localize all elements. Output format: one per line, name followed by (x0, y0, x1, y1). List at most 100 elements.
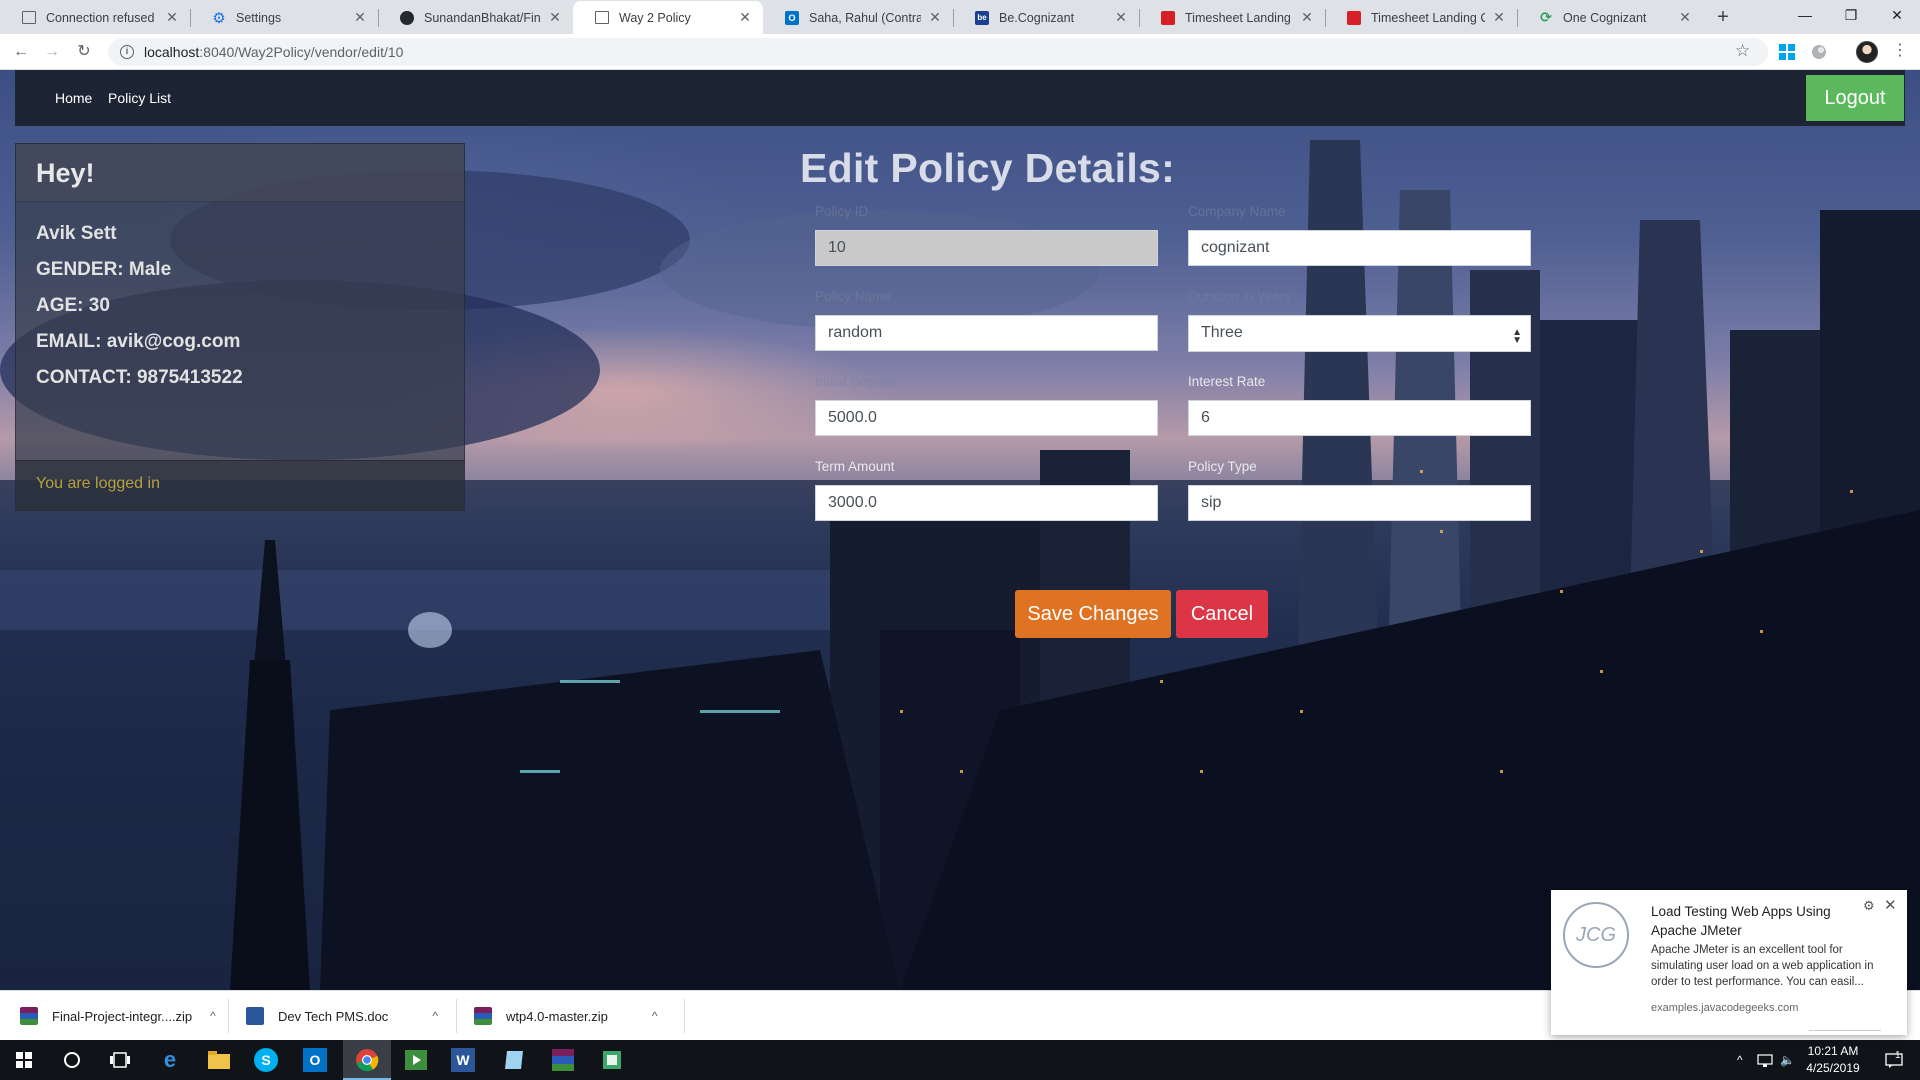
browser-tab-strip: Connection refused ✕ ⚙ Settings ✕ Sunand… (0, 0, 1920, 34)
chevron-up-icon[interactable]: ^ (652, 1009, 658, 1023)
download-item[interactable]: Dev Tech PMS.doc ^ (246, 991, 438, 1041)
company-name-field[interactable]: cognizant (1188, 230, 1531, 266)
interest-rate-label: Interest Rate (1188, 374, 1266, 389)
download-item[interactable]: Final-Project-integr....zip ^ (20, 991, 216, 1041)
outlook-icon[interactable]: O (303, 1048, 327, 1072)
chevron-up-icon[interactable]: ^ (432, 1009, 438, 1023)
tab-becognizant[interactable]: be Be.Cognizant ✕ (953, 1, 1139, 34)
login-status: You are logged in (16, 460, 464, 510)
tab-settings[interactable]: ⚙ Settings ✕ (190, 1, 378, 34)
term-amount-label: Term Amount (815, 459, 895, 474)
profile-age: AGE: 30 (36, 295, 110, 316)
divider (684, 999, 685, 1033)
download-filename: Final-Project-integr....zip (52, 1008, 193, 1024)
windows-extension-icon[interactable] (1778, 43, 1796, 61)
browser-toolbar: ← → ↻ i localhost:8040/Way2Policy/vendor… (0, 34, 1920, 70)
restore-icon[interactable]: ❐ (1828, 0, 1874, 30)
close-icon[interactable]: ✕ (927, 9, 943, 26)
close-icon[interactable]: ✕ (1299, 9, 1315, 26)
tab-onecognizant[interactable]: ⟳ One Cognizant ✕ (1517, 1, 1703, 34)
minimize-icon[interactable]: — (1782, 0, 1828, 30)
duration-select[interactable]: Three ▲ ▼ (1188, 315, 1531, 352)
close-icon[interactable]: ✕ (164, 9, 180, 26)
timesheet-icon (1347, 10, 1361, 25)
interest-rate-field[interactable]: 6 (1188, 400, 1531, 436)
gear-icon[interactable]: ⚙ (1863, 898, 1875, 914)
close-icon[interactable]: ✕ (352, 9, 368, 26)
skype-icon[interactable]: S (254, 1048, 278, 1072)
back-icon[interactable]: ← (9, 40, 33, 64)
close-icon[interactable]: ✕ (1884, 896, 1897, 914)
winrar-icon[interactable] (549, 1046, 577, 1074)
nav-policy-list-link[interactable]: Policy List (108, 90, 171, 106)
file-explorer-icon[interactable] (205, 1046, 233, 1074)
windows-taskbar: e S O W ^ 🔈 10:21 AM 4/25/2019 1 (0, 1040, 1920, 1080)
tab-title: Connection refused (46, 10, 155, 25)
timesheet-icon (1161, 10, 1175, 25)
bookmark-star-icon[interactable]: ☆ (1735, 41, 1750, 61)
chrome-icon[interactable] (353, 1046, 381, 1074)
network-icon[interactable] (1757, 1040, 1773, 1080)
address-bar[interactable]: i localhost:8040/Way2Policy/vendor/edit/… (108, 38, 1768, 66)
profile-avatar[interactable] (1856, 41, 1878, 63)
network-app-icon[interactable] (598, 1046, 626, 1074)
close-icon[interactable]: ✕ (737, 9, 753, 26)
save-changes-button[interactable]: Save Changes (1015, 590, 1171, 638)
clock-date: 4/25/2019 (1806, 1061, 1860, 1075)
tab-outlook[interactable]: O Saha, Rahul (Contractor ✕ (763, 1, 953, 34)
reload-icon[interactable]: ↻ (72, 40, 96, 64)
extension-circle-icon[interactable] (1810, 43, 1828, 61)
tab-title: SunandanBhakat/Final- (424, 10, 541, 25)
tab-title: Settings (236, 10, 282, 25)
profile-greeting: Hey! (16, 144, 464, 202)
outlook-icon: O (785, 10, 799, 25)
info-icon[interactable]: i (120, 45, 134, 59)
word-doc-icon (246, 1007, 264, 1025)
notification-source: examples.javacodegeeks.com (1651, 1002, 1799, 1014)
logout-button[interactable]: Logout (1806, 75, 1904, 121)
new-tab-button[interactable]: + (1710, 4, 1736, 30)
profile-card: Hey! Avik Sett GENDER: Male AGE: 30 EMAI… (15, 143, 465, 511)
initial-deposit-label: Initial Deposit (815, 374, 897, 389)
policy-type-field[interactable]: sip (1188, 485, 1531, 521)
be-icon: be (975, 10, 989, 25)
tab-connection-refused[interactable]: Connection refused ✕ (0, 1, 190, 34)
tab-timesheet-1[interactable]: Timesheet Landing Con ✕ (1139, 1, 1325, 34)
chevron-up-icon[interactable]: ^ (1737, 1040, 1743, 1080)
edge-icon[interactable]: e (156, 1046, 184, 1074)
duration-label: Duration in Years (1188, 289, 1291, 304)
close-icon[interactable]: ✕ (547, 9, 563, 26)
policy-name-field[interactable]: random (815, 315, 1158, 351)
url-path: :8040/Way2Policy/vendor/edit/10 (199, 44, 404, 60)
close-icon[interactable]: ✕ (1113, 9, 1129, 26)
close-icon[interactable]: ✕ (1677, 9, 1693, 26)
tab-timesheet-2[interactable]: Timesheet Landing Con ✕ (1325, 1, 1517, 34)
term-amount-field[interactable]: 3000.0 (815, 485, 1158, 521)
notification-title: Load Testing Web Apps Using Apache JMete… (1651, 904, 1831, 938)
task-view-icon[interactable] (106, 1046, 134, 1074)
nav-home-link[interactable]: Home (55, 90, 92, 106)
windows-start-icon[interactable] (10, 1046, 38, 1074)
taskbar-clock[interactable]: 10:21 AM 4/25/2019 (1793, 1043, 1873, 1077)
tab-way2policy[interactable]: Way 2 Policy ✕ (573, 1, 763, 34)
media-player-icon[interactable] (402, 1046, 430, 1074)
tab-github[interactable]: SunandanBhakat/Final- ✕ (378, 1, 573, 34)
word-icon[interactable]: W (451, 1048, 475, 1072)
initial-deposit-field[interactable]: 5000.0 (815, 400, 1158, 436)
chevron-up-icon[interactable]: ^ (210, 1009, 216, 1023)
browser-menu-icon[interactable]: ⋮ (1892, 42, 1908, 60)
cancel-button[interactable]: Cancel (1176, 590, 1268, 638)
notepad-icon[interactable] (500, 1046, 528, 1074)
onecognizant-icon: ⟳ (1540, 9, 1552, 25)
search-icon[interactable] (58, 1046, 86, 1074)
tab-title: Be.Cognizant (999, 10, 1075, 25)
page-title: Edit Policy Details: (800, 145, 1176, 191)
close-icon[interactable]: ✕ (1491, 9, 1507, 26)
download-item[interactable]: wtp4.0-master.zip ^ (474, 991, 658, 1041)
action-center-icon[interactable]: 1 (1885, 1040, 1903, 1080)
duration-selected-value: Three (1201, 324, 1243, 341)
notification-toast[interactable]: JCG Load Testing Web Apps Using Apache J… (1551, 890, 1907, 1035)
forward-icon[interactable]: → (40, 40, 64, 64)
url-host: localhost (144, 44, 200, 60)
window-close-icon[interactable]: ✕ (1874, 0, 1920, 30)
